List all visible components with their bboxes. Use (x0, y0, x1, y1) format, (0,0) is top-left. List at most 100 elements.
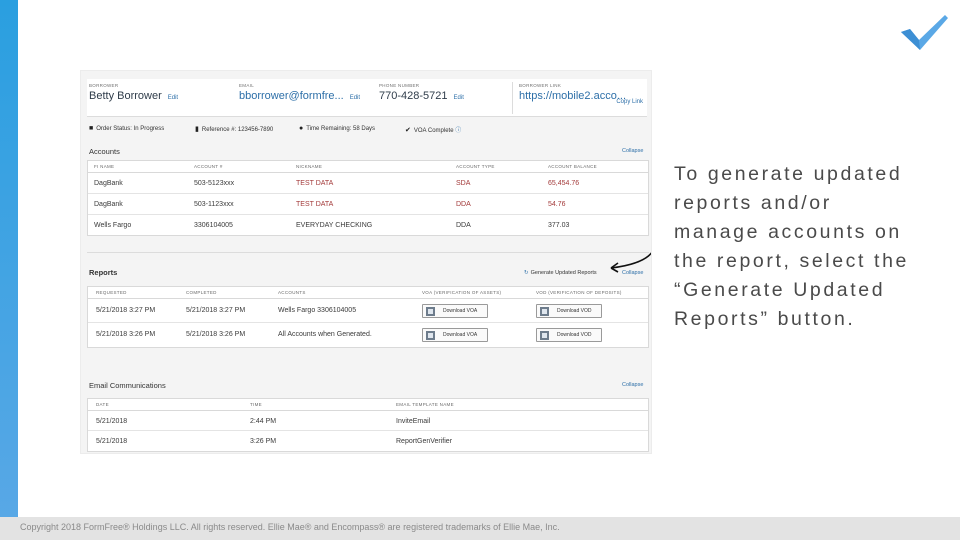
download-voa-button[interactable]: Download VOA (422, 304, 488, 318)
account-balance: 54.76 (548, 201, 566, 208)
col-vod: VOD (Verification of Deposits) (536, 290, 622, 295)
email-label: Email (239, 83, 255, 88)
section-divider (87, 252, 649, 253)
table-row[interactable]: DagBank 503-5123xxx TEST DATA SDA 65,454… (88, 173, 648, 194)
checkmark-logo-icon (901, 15, 948, 50)
file-icon (426, 307, 435, 316)
instruction-text: To generate updated reports and/or manag… (674, 163, 909, 330)
col-account-balance: Account Balance (548, 164, 597, 169)
col-requested: Requested (96, 290, 127, 295)
edit-phone-link[interactable]: Edit (454, 95, 464, 101)
download-vod-button[interactable]: Download VOD (536, 328, 602, 342)
accounts-title: Accounts (89, 147, 120, 156)
phone-label: Phone Number (379, 83, 420, 88)
col-nickname: Nickname (296, 164, 323, 169)
email-time: 3:26 PM (250, 438, 277, 445)
email-date: 5/21/2018 (96, 418, 128, 425)
table-row[interactable]: 5/21/2018 3:26 PM 5/21/2018 3:26 PM All … (88, 323, 648, 347)
nickname: EVERYDAY CHECKING (296, 222, 373, 229)
file-icon (426, 331, 435, 340)
email-template: InviteEmail (396, 418, 431, 425)
bookmark-icon: ▮ (195, 126, 199, 133)
file-icon (540, 307, 549, 316)
phone-value: 770-428-5721 (379, 90, 448, 102)
file-icon (540, 331, 549, 340)
borrower-link-value[interactable]: https://mobile2.acco... (519, 90, 626, 102)
generate-updated-reports-button[interactable]: ↻ Generate Updated Reports (524, 270, 597, 276)
borrower-name-field: Borrower Betty Borrower Edit (89, 83, 178, 102)
col-account-type: Account Type (456, 164, 495, 169)
requested-date: 5/21/2018 3:26 PM (96, 331, 156, 338)
borrower-name: Betty Borrower (89, 90, 162, 102)
reports-table: Requested Completed Accounts VOA (Verifi… (87, 286, 649, 348)
phone-field: Phone Number 770-428-5721 Edit (379, 83, 464, 102)
table-row[interactable]: 5/21/2018 2:44 PM InviteEmail (88, 411, 648, 431)
generate-reports-label: Generate Updated Reports (530, 270, 597, 276)
account-balance: 377.03 (548, 222, 570, 229)
col-account-number: Account # (194, 164, 223, 169)
borrower-link-label: Borrower Link (519, 83, 562, 88)
accounts-table: FI Name Account # Nickname Account Type … (87, 160, 649, 236)
email-template: ReportGenVerifier (396, 438, 453, 445)
account-balance: 65,454.76 (548, 180, 580, 187)
copy-link-button[interactable]: Copy Link (616, 99, 643, 105)
fi-name: DagBank (94, 201, 123, 208)
pointer-arrow-icon (610, 252, 651, 273)
completed-date: 5/21/2018 3:26 PM (186, 331, 246, 338)
col-time: Time (250, 402, 262, 407)
slide: Borrower Betty Borrower Edit Email bborro… (0, 0, 960, 540)
borrower-link-field: Borrower Link https://mobile2.acco... (519, 83, 626, 102)
fi-name: DagBank (94, 180, 123, 187)
nickname: TEST DATA (296, 201, 334, 208)
email-communications-title: Email Communications (89, 381, 166, 390)
download-vod-button[interactable]: Download VOD (536, 304, 602, 318)
accounts-table-header: FI Name Account # Nickname Account Type … (88, 161, 648, 173)
account-number: 3306104005 (194, 222, 233, 229)
email-value: bborrower@formfre... (239, 90, 344, 102)
download-voa-button[interactable]: Download VOA (422, 328, 488, 342)
col-completed: Completed (186, 290, 217, 295)
order-status: ■ Order Status: In Progress (89, 125, 165, 132)
requested-date: 5/21/2018 3:27 PM (96, 307, 156, 314)
info-icon: ⓘ (455, 128, 462, 134)
report-accounts: Wells Fargo 3306104005 (278, 307, 357, 314)
borrower-name-label: Borrower (89, 83, 119, 88)
account-number: 503-5123xxx (194, 180, 235, 187)
screenshot-panel: Borrower Betty Borrower Edit Email bborro… (80, 70, 652, 454)
email-date: 5/21/2018 (96, 438, 128, 445)
document-icon: ■ (89, 125, 94, 132)
reports-table-header: Requested Completed Accounts VOA (Verifi… (88, 287, 648, 299)
completed-date: 5/21/2018 3:27 PM (186, 307, 246, 314)
reference-number: ▮ Reference #: 123456-7890 (195, 126, 274, 133)
emails-collapse-link[interactable]: Collapse (622, 382, 643, 388)
account-type: DDA (456, 201, 471, 208)
clock-icon: ● (299, 125, 304, 132)
table-row[interactable]: Wells Fargo 3306104005 EVERYDAY CHECKING… (88, 215, 648, 236)
copyright-text: Copyright 2018 FormFree® Holdings LLC. A… (20, 522, 560, 532)
email-time: 2:44 PM (250, 418, 277, 425)
accent-bar (0, 0, 18, 540)
report-accounts: All Accounts when Generated. (278, 331, 372, 338)
emails-table: Date Time Email Template Name 5/21/2018 … (87, 398, 649, 452)
status-row: ■ Order Status: In Progress ▮ Reference #:… (87, 121, 647, 139)
footer: Copyright 2018 FormFree® Holdings LLC. A… (0, 517, 960, 540)
col-fi-name: FI Name (94, 164, 115, 169)
accounts-collapse-link[interactable]: Collapse (622, 148, 643, 154)
emails-table-header: Date Time Email Template Name (88, 399, 648, 411)
col-template-name: Email Template Name (396, 402, 454, 407)
col-accounts: Accounts (278, 290, 306, 295)
borrower-header: Borrower Betty Borrower Edit Email bborro… (87, 79, 647, 117)
table-row[interactable]: DagBank 503-1123xxx TEST DATA DDA 54.76 (88, 194, 648, 215)
edit-name-link[interactable]: Edit (168, 95, 178, 101)
edit-email-link[interactable]: Edit (350, 95, 360, 101)
reports-title: Reports (89, 268, 118, 277)
header-divider (512, 82, 513, 114)
refresh-icon: ↻ (524, 270, 529, 276)
table-row[interactable]: 5/21/2018 3:26 PM ReportGenVerifier (88, 431, 648, 451)
email-field: Email bborrower@formfre... Edit (239, 83, 360, 102)
col-voa: VOA (Verification of Assets) (422, 290, 502, 295)
voa-status: ✔ VOA Complete ⓘ (405, 127, 462, 134)
table-row[interactable]: 5/21/2018 3:27 PM 5/21/2018 3:27 PM Well… (88, 299, 648, 323)
nickname: TEST DATA (296, 180, 334, 187)
time-remaining: ● Time Remaining: 58 Days (299, 125, 376, 132)
